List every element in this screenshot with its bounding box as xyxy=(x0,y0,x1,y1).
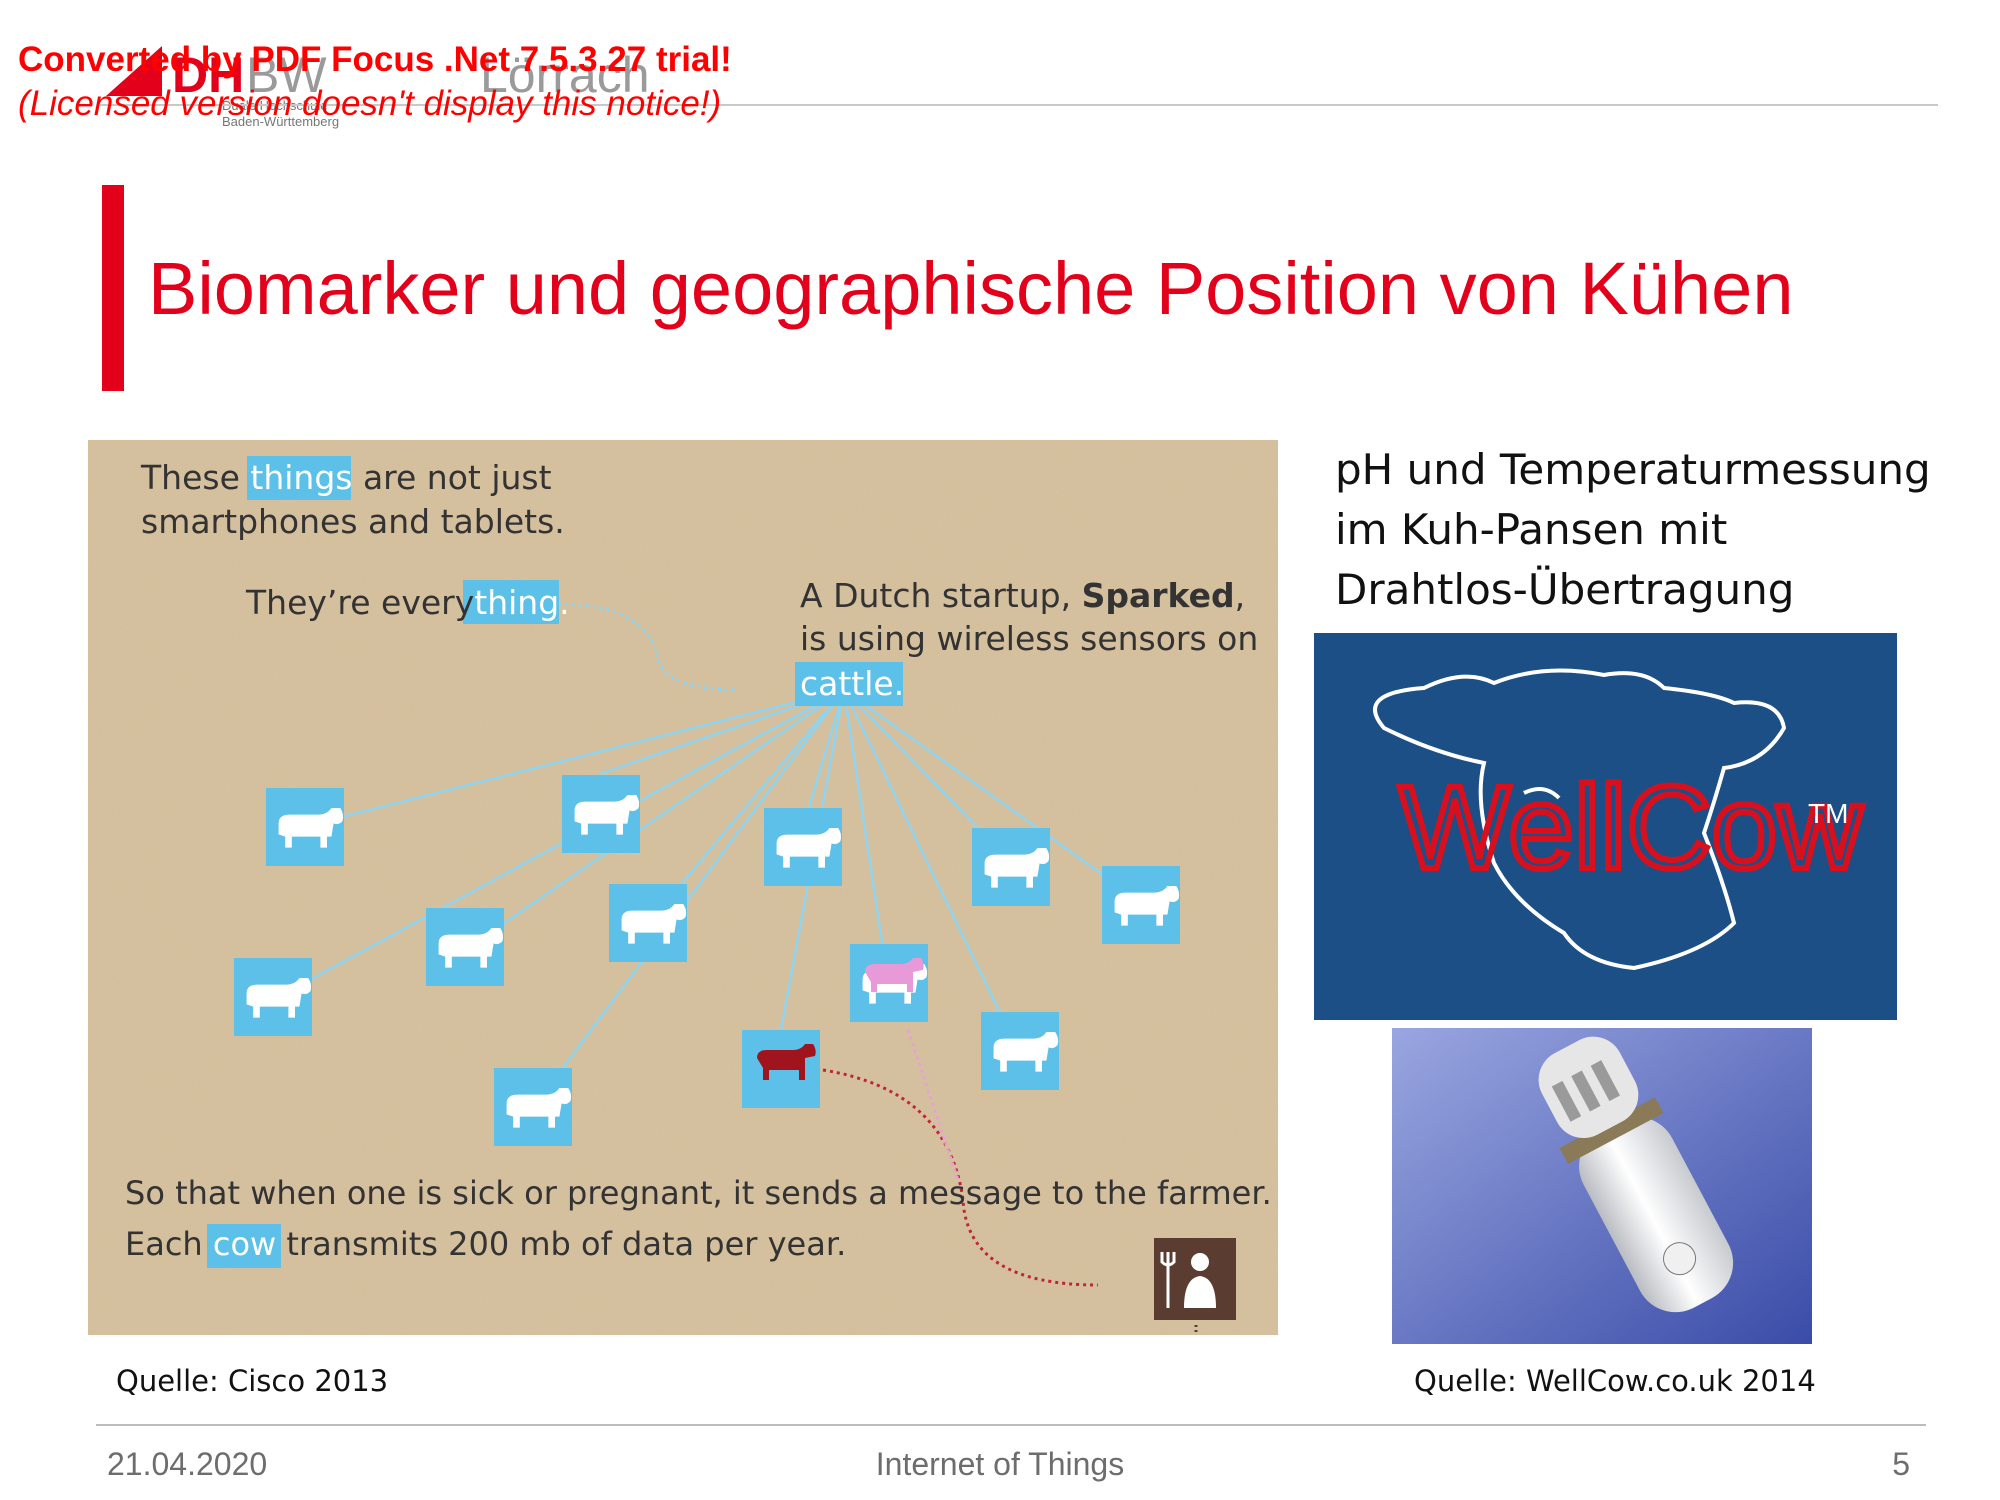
measurement-line2: im Kuh-Pansen mit xyxy=(1335,505,1728,554)
text-line3: They’re everything. xyxy=(245,583,570,622)
text-bottom2: Each cow transmits 200 mb of data per ye… xyxy=(125,1225,846,1263)
trial-notice-line1: Converted by PDF Focus .Net 7.5.3.27 tri… xyxy=(18,40,732,79)
sick-cow-tile xyxy=(742,1030,820,1108)
text-dutch3: cattle. xyxy=(800,664,904,703)
wellcow-wordmark: WellCow xyxy=(1399,762,1863,894)
text-dutch2: is using wireless sensors on xyxy=(800,619,1258,658)
farmer-icon xyxy=(1154,1238,1236,1320)
trademark-symbol: TM xyxy=(1808,798,1848,829)
measurement-line1: pH und Temperaturmessung xyxy=(1335,445,1931,494)
text-line2: smartphones and tablets. xyxy=(141,502,565,541)
text-bottom1: So that when one is sick or pregnant, it… xyxy=(125,1174,1272,1212)
cow-tile xyxy=(266,788,344,866)
text-line1: These things are not just xyxy=(140,458,552,497)
cow-tile xyxy=(562,775,640,853)
title-accent-bar xyxy=(102,185,124,391)
text-dutch1: A Dutch startup, Sparked, xyxy=(800,576,1245,615)
wellcow-logo: WellCow TM xyxy=(1314,633,1897,1020)
wellcow-sensor-photo xyxy=(1392,1028,1812,1344)
cow-tile xyxy=(609,884,687,962)
slide-title: Biomarker und geographische Position von… xyxy=(148,247,1794,330)
pregnant-cow-tile xyxy=(850,944,928,1022)
cow-tile xyxy=(764,808,842,886)
source-caption-cisco: Quelle: Cisco 2013 xyxy=(116,1364,389,1398)
measurement-line3: Drahtlos-Übertragung xyxy=(1335,565,1795,614)
footer-rule xyxy=(96,1424,1926,1426)
cow-tile xyxy=(426,908,504,986)
cow-tile xyxy=(981,1012,1059,1090)
page-number: 5 xyxy=(1892,1446,1910,1482)
footer-title: Internet of Things xyxy=(875,1446,1125,1482)
cow-tile xyxy=(494,1068,572,1146)
cow-tile xyxy=(1102,866,1180,944)
cow-tile xyxy=(972,828,1050,906)
cisco-cattle-infographic: These things are not just smartphones an… xyxy=(88,440,1278,1335)
trial-notice-line2: (Licensed version doesn't display this n… xyxy=(18,84,722,123)
cow-tile xyxy=(234,958,312,1036)
measurement-description: pH und Temperaturmessung im Kuh-Pansen m… xyxy=(1335,440,1955,620)
source-caption-wellcow: Quelle: WellCow.co.uk 2014 xyxy=(1414,1364,1816,1398)
